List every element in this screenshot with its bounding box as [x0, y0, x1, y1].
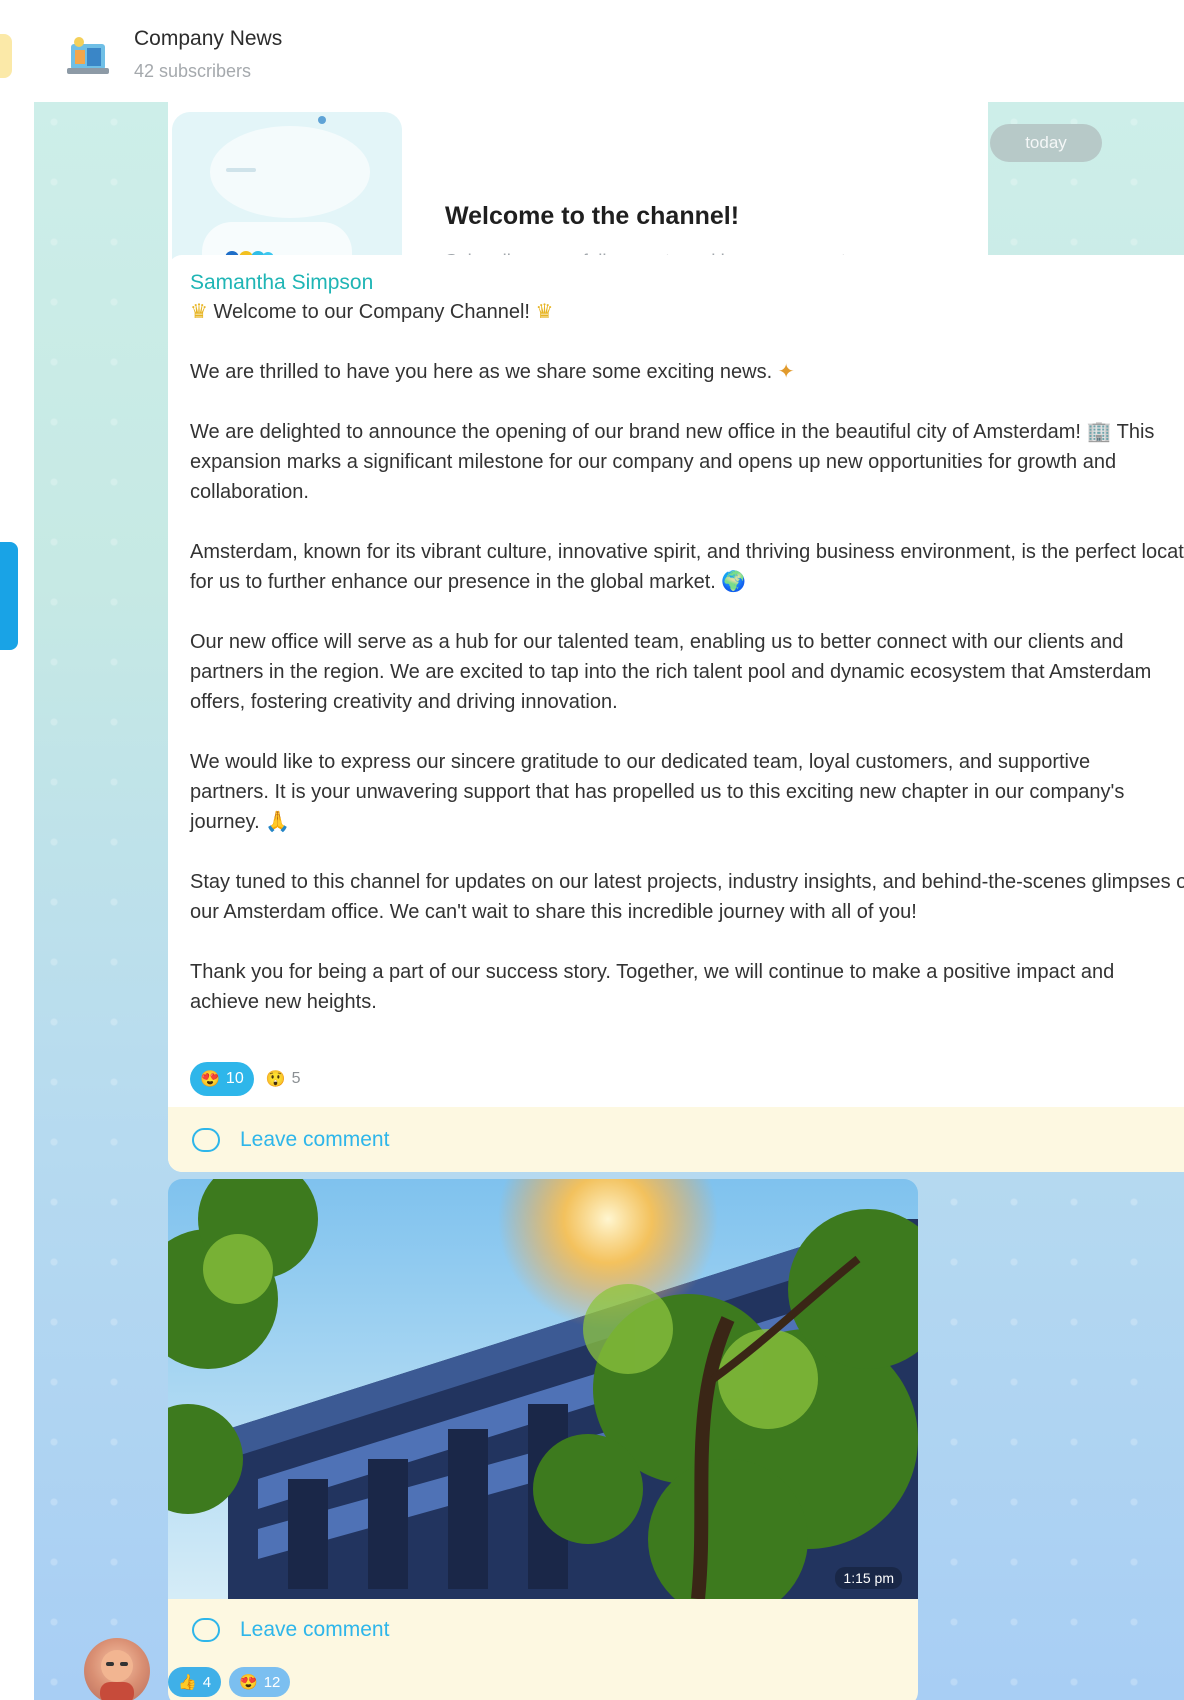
- rail-indicator-active[interactable]: [0, 542, 18, 650]
- leave-comment-label: Leave comment: [240, 1127, 390, 1151]
- channel-title: Company News: [134, 27, 283, 50]
- comment-bubble-icon: [192, 1127, 220, 1152]
- chat-area[interactable]: Welcome to the channel! Subscribers can …: [34, 102, 1184, 1700]
- channel-avatar[interactable]: [61, 34, 113, 78]
- rail-indicator-yellow[interactable]: [0, 34, 12, 78]
- crown-emoji-icon: ♛: [535, 301, 554, 323]
- photo-post[interactable]: 1:15 pm Leave comment: [168, 1179, 918, 1700]
- post-paragraph: We would like to express our sincere gra…: [190, 751, 1125, 833]
- post-paragraph: Stay tuned to this channel for updates o…: [190, 871, 1184, 923]
- reaction-heart-eyes-button[interactable]: 😍 12: [229, 1667, 291, 1697]
- leave-comment-label: Leave comment: [240, 1618, 390, 1641]
- post-paragraph: Thank you for being a part of our succes…: [190, 961, 1115, 1013]
- astonished-emoji-icon: 😲: [265, 1071, 286, 1088]
- reaction-heart-eyes-button[interactable]: 😍 10: [190, 1062, 254, 1096]
- user-avatar-icon: [100, 1650, 134, 1700]
- party-popper-emoji-icon: ✦: [777, 361, 795, 383]
- photo-timestamp: 1:15 pm: [835, 1567, 902, 1589]
- leave-comment-button[interactable]: Leave comment: [168, 1599, 918, 1661]
- post-paragraph: We are delighted to announce the opening…: [190, 421, 1155, 503]
- reaction-count: 12: [263, 1673, 281, 1691]
- photo-reactions: 👍 4 😍 12: [168, 1667, 291, 1697]
- office-photo-illustration: [168, 1179, 918, 1599]
- post-body: ♛ Welcome to our Company Channel! ♛ We a…: [190, 297, 1184, 1047]
- heart-eyes-emoji-icon: 😍: [239, 1674, 258, 1691]
- reaction-astonished-button[interactable]: 😲 5: [266, 1062, 301, 1096]
- thumbs-up-emoji-icon: 👍: [178, 1674, 197, 1691]
- post-paragraph: Our new office will serve as a hub for o…: [190, 631, 1152, 713]
- reaction-thumbs-up-button[interactable]: 👍 4: [168, 1667, 222, 1697]
- post-author[interactable]: Samantha Simpson: [190, 271, 373, 295]
- post-paragraph: ♛ Welcome to our Company Channel! ♛: [190, 297, 1184, 327]
- crown-emoji-icon: ♛: [190, 301, 208, 323]
- channel-post[interactable]: Samantha Simpson ♛ Welcome to our Compan…: [168, 255, 1184, 1172]
- reaction-count: 4: [202, 1673, 212, 1691]
- date-separator-pill: today: [990, 124, 1102, 162]
- channel-header[interactable]: Company News 42 subscribers: [34, 0, 1184, 103]
- subscriber-count: 42 subscribers: [134, 61, 252, 81]
- post-reactions: 😍 10 😲 5: [190, 1062, 301, 1096]
- post-paragraph: We are thrilled to have you here as we s…: [190, 357, 1184, 387]
- channel-avatar-icon: [67, 37, 109, 74]
- leave-comment-button[interactable]: Leave comment: [168, 1107, 1184, 1172]
- comment-bubble-icon: [192, 1618, 220, 1642]
- office-building-photo[interactable]: 1:15 pm: [168, 1179, 918, 1599]
- reaction-count: 10: [225, 1070, 244, 1087]
- left-rail: [0, 0, 34, 1700]
- welcome-title: Welcome to the channel!: [445, 202, 740, 230]
- user-avatar[interactable]: [84, 1638, 150, 1700]
- heart-eyes-emoji-icon: 😍: [200, 1071, 220, 1088]
- post-paragraph: Amsterdam, known for its vibrant culture…: [190, 541, 1184, 593]
- reaction-count: 5: [291, 1070, 301, 1087]
